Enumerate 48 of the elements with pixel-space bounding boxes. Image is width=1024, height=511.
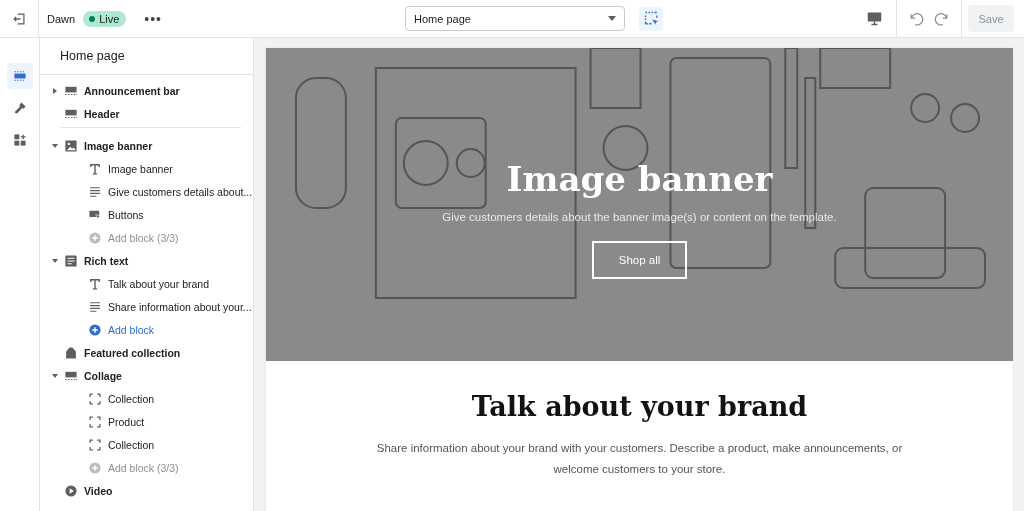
theme-name: Dawn [47,12,76,25]
block-item[interactable]: Give customers details about... [40,180,253,203]
select-tool-button[interactable] [639,6,663,31]
frame-icon [88,391,102,406]
banner-heading: Image banner [506,158,773,199]
banner-text: Give customers details about the banner image(s) or content on the template. [442,210,837,223]
section-item[interactable]: Announcement bar [40,79,253,102]
paragraph-icon [88,184,102,199]
image-icon [64,138,78,153]
sections-icon[interactable] [6,63,33,89]
rich-text-paragraph: Share information about your brand with your customers. Describe a product, make announcements, or welcome customers to your store. [375,441,904,477]
section-item[interactable]: Video [40,479,253,502]
text-heading-icon [88,161,102,176]
text-section-icon [64,253,78,268]
block-item[interactable]: Share information about your... [40,295,253,318]
caret-icon [52,372,58,379]
block-item[interactable]: Collection [40,433,253,456]
section-item[interactable]: Image banner [40,134,253,157]
sidebar-title: Home page [40,38,253,75]
text-heading-icon [88,276,102,291]
add-icon [88,460,102,475]
block-item[interactable]: Collection [40,387,253,410]
tag-icon [64,345,78,360]
caret-icon [52,257,58,264]
caret-icon [52,87,58,94]
section-item[interactable]: Featured collection [40,341,253,364]
block-item[interactable]: Product [40,410,253,433]
paragraph-icon [88,299,102,314]
caret-icon [52,142,58,149]
block-item[interactable]: Talk about your brand [40,272,253,295]
rich-text-heading: Talk about your brand [471,391,808,422]
exit-icon [12,11,26,26]
add-icon [88,322,102,337]
section-item[interactable]: Header [40,102,253,125]
block-item[interactable]: Buttons [40,203,253,226]
block-item[interactable]: Image banner [40,157,253,180]
frame-icon [88,414,102,429]
page-select[interactable]: Home page [405,6,625,31]
live-badge: Live [83,10,127,27]
section-item[interactable]: Rich text [40,249,253,272]
caret-icon [608,15,616,22]
add-icon [88,230,102,245]
play-icon [64,483,78,498]
select-cursor-icon [643,11,659,26]
section-item[interactable]: Collage [40,364,253,387]
frame-icon [88,437,102,452]
more-button[interactable]: ••• [140,10,167,27]
add-block-button[interactable]: Add block [40,318,253,341]
